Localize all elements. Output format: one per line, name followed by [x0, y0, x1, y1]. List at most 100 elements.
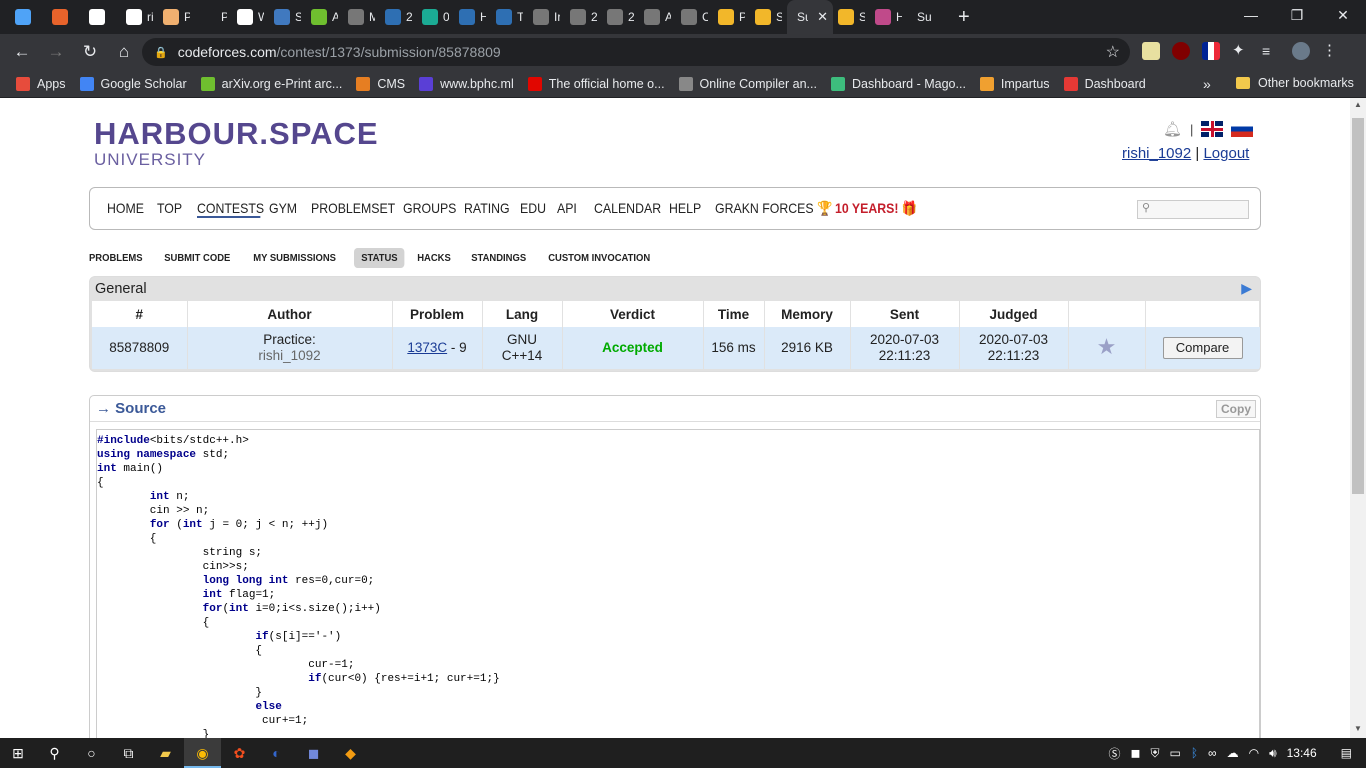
volume-icon[interactable]: 🔊︎ [1269, 746, 1277, 761]
browser-tab[interactable]: T [491, 0, 528, 34]
defender-icon[interactable]: ⛨ [1150, 746, 1159, 761]
browser-tab[interactable] [47, 0, 84, 34]
bookmark-item[interactable]: CMS [356, 76, 405, 91]
bell-icon[interactable]: 🔔︎ [1163, 120, 1182, 138]
notifications-icon[interactable]: ▤ [1341, 746, 1352, 760]
back-icon[interactable]: ← [6, 42, 38, 62]
wifi-icon[interactable]: ◠ [1249, 746, 1259, 760]
browser-tab[interactable]: P [713, 0, 750, 34]
browser-tab[interactable]: S [833, 0, 870, 34]
star-icon[interactable]: ★ [1097, 334, 1117, 359]
browser-tab[interactable] [10, 0, 47, 34]
cortana-icon[interactable]: ○ [73, 738, 110, 768]
submenu-item[interactable]: PROBLEMS [89, 248, 150, 268]
forward-icon[interactable]: → [40, 42, 72, 62]
extensions-puzzle-icon[interactable]: ✦ [1232, 42, 1250, 60]
bookmark-item[interactable]: Apps [16, 76, 66, 91]
browser-tab[interactable]: H [870, 0, 907, 34]
edge-icon[interactable]: ◐ [258, 738, 295, 768]
address-bar[interactable]: 🔒 codeforces.com/contest/1373/submission… [142, 38, 1130, 66]
media-control-icon[interactable]: ≡ [1262, 42, 1280, 60]
skype-icon[interactable]: Ⓢ [1108, 745, 1120, 762]
other-bookmarks[interactable]: Other bookmarks [1236, 76, 1354, 90]
page-scrollbar[interactable]: ▲ ▼ [1350, 98, 1366, 738]
bookmark-item[interactable]: Google Scholar [79, 76, 187, 91]
menu-item[interactable]: TOP [157, 200, 192, 218]
compare-button[interactable]: Compare [1162, 337, 1243, 359]
new-tab-button[interactable]: + [958, 0, 970, 34]
submenu-item[interactable]: STANDINGS [464, 248, 533, 268]
problem-link[interactable]: 1373C [407, 340, 447, 355]
logout-link[interactable]: Logout [1203, 145, 1249, 162]
bookmark-item[interactable]: Dashboard [1063, 76, 1146, 91]
submenu-item[interactable]: HACKS [410, 248, 458, 268]
submenu-item[interactable]: CUSTOM INVOCATION [541, 248, 657, 268]
file-explorer-icon[interactable]: ▰ [147, 738, 184, 768]
browser-tab[interactable]: 2 [380, 0, 417, 34]
chrome-menu-icon[interactable]: ⋮ [1322, 42, 1340, 60]
browser-tab[interactable]: P [158, 0, 195, 34]
menu-item[interactable]: GRAKN FORCES 🏆 [715, 200, 832, 218]
browser-tab[interactable] [84, 0, 121, 34]
browser-tab[interactable]: 2 [602, 0, 639, 34]
bookmark-item[interactable]: Impartus [979, 76, 1050, 91]
menu-item[interactable]: CALENDAR [594, 200, 661, 218]
menu-item[interactable]: GROUPS [403, 200, 457, 218]
browser-tab[interactable]: 0 [417, 0, 454, 34]
search-input[interactable]: ⚲ [1137, 200, 1249, 219]
restore-icon[interactable]: ❐ [1274, 0, 1320, 34]
menu-item[interactable]: EDU [520, 200, 553, 218]
flag-extension-icon[interactable] [1202, 42, 1220, 60]
copy-button[interactable]: Copy [1216, 400, 1256, 418]
browser-tab[interactable]: Ir [528, 0, 565, 34]
profile-avatar[interactable] [1292, 42, 1310, 60]
browser-tab[interactable]: ri [121, 0, 158, 34]
browser-tab[interactable]: H [454, 0, 491, 34]
clock[interactable]: 13:46 [1287, 746, 1317, 760]
menu-item[interactable]: HELP [669, 200, 709, 218]
bookmark-item[interactable]: Online Compiler an... [678, 76, 817, 91]
browser-tab[interactable]: P [195, 0, 232, 34]
bookmark-item[interactable]: www.bphc.ml [419, 76, 514, 91]
browser-tab[interactable]: Su [907, 0, 944, 34]
close-window-icon[interactable]: ✕ [1320, 0, 1366, 34]
bookmark-item[interactable]: The official home o... [527, 76, 665, 91]
browser-tab[interactable]: A [639, 0, 676, 34]
onedrive-icon[interactable]: ☁ [1227, 746, 1239, 760]
expand-arrow-icon[interactable]: ▶ [1241, 280, 1252, 297]
bluetooth-icon[interactable]: ᛒ [1191, 746, 1198, 760]
browser-tab[interactable]: W [232, 0, 269, 34]
menu-item[interactable]: API [557, 200, 590, 218]
windows-start-icon[interactable]: ⊞ [0, 745, 36, 762]
scrollbar-thumb[interactable] [1352, 118, 1364, 494]
submenu-item[interactable]: MY SUBMISSIONS [246, 248, 343, 268]
discord-tray-icon[interactable]: ◼ [1130, 746, 1140, 760]
display-icon[interactable]: ▭ [1169, 746, 1180, 760]
english-flag-icon[interactable] [1201, 121, 1224, 137]
submenu-item[interactable]: STATUS [354, 248, 405, 268]
username-link[interactable]: rishi_1092 [1122, 145, 1191, 162]
submenu-item[interactable]: SUBMIT CODE [157, 248, 238, 268]
menu-item[interactable]: CONTESTS [197, 200, 264, 218]
author-link[interactable]: rishi_1092 [188, 348, 392, 364]
scroll-up-icon[interactable]: ▲ [1354, 100, 1362, 109]
minimize-icon[interactable]: — [1228, 0, 1274, 34]
notes-extension-icon[interactable] [1142, 42, 1160, 60]
harbour-space-logo[interactable]: HARBOUR.SPACE UNIVERSITY [94, 116, 379, 170]
menu-item[interactable]: RATING [464, 200, 513, 218]
browser-tab[interactable]: M [343, 0, 380, 34]
scroll-down-icon[interactable]: ▼ [1354, 724, 1362, 733]
ublock-extension-icon[interactable] [1172, 42, 1190, 60]
bookmark-item[interactable]: Dashboard - Mago... [830, 76, 966, 91]
reload-icon[interactable]: ↻ [74, 42, 106, 62]
browser-tab[interactable]: S [269, 0, 306, 34]
menu-item[interactable]: PROBLEMSET [311, 200, 395, 218]
russian-flag-icon[interactable] [1231, 121, 1254, 137]
bookmarks-overflow-icon[interactable]: » [1203, 76, 1211, 92]
close-tab-icon[interactable]: ✕ [817, 9, 828, 25]
bookmark-star-icon[interactable]: ☆ [1106, 42, 1120, 62]
browser-tab[interactable]: S [750, 0, 787, 34]
discord-icon[interactable]: ◼ [295, 738, 332, 768]
sublime-icon[interactable]: ◆ [332, 738, 369, 768]
browser-tab[interactable]: A [306, 0, 343, 34]
